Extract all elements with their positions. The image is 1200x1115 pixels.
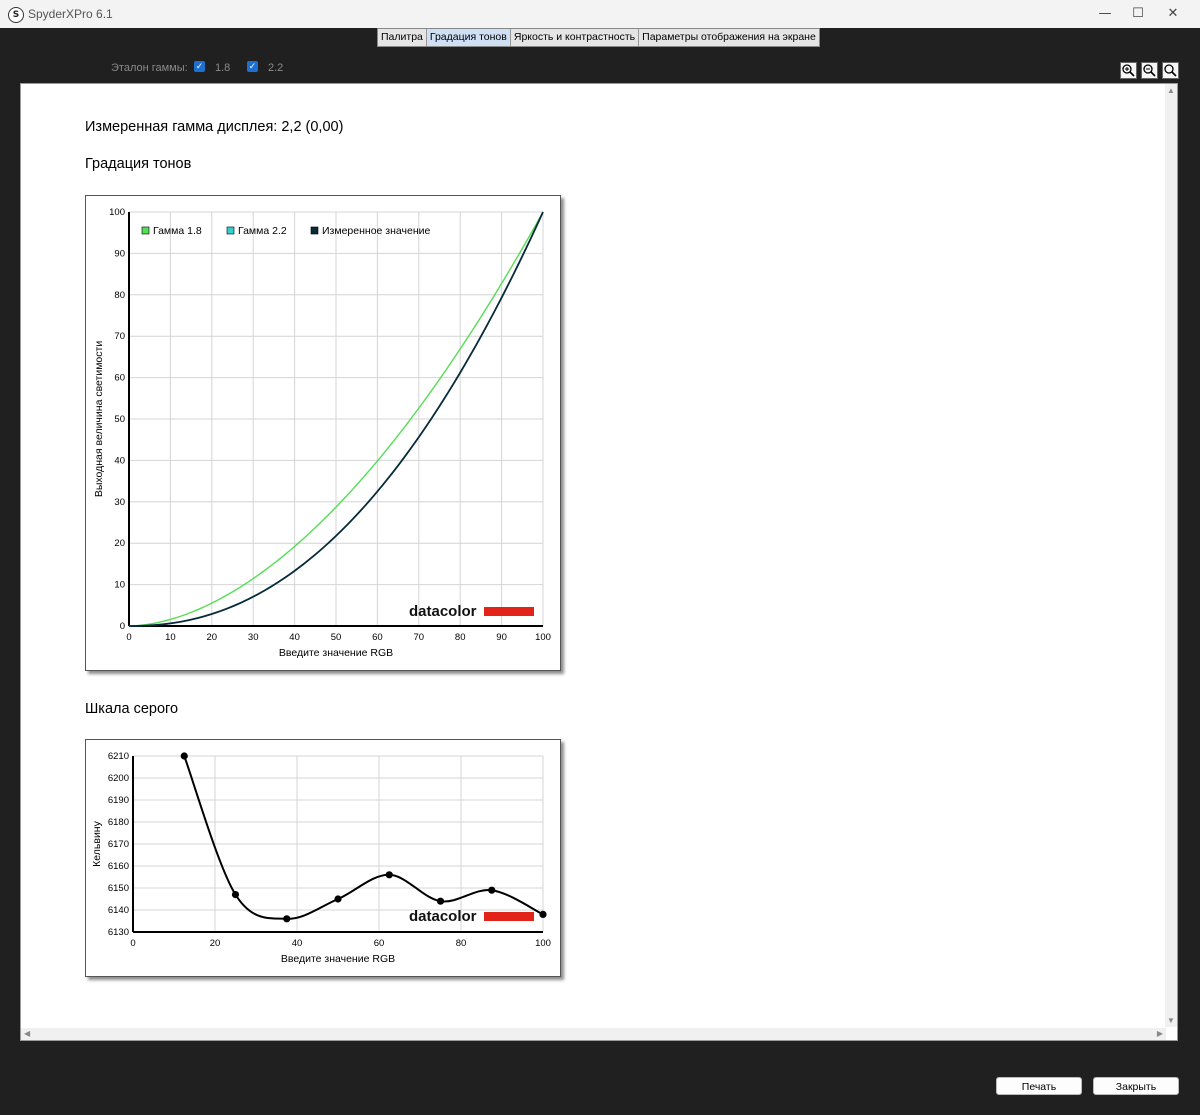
tab-palette[interactable]: Палитра (378, 29, 427, 46)
legend-swatch-1 (141, 226, 150, 235)
y-tick-label: 6200 (108, 773, 129, 784)
tone-chart-box: 0 10 20 30 40 50 60 70 80 90 100 0 10 20 30 40 50 60 70 80 9… (85, 195, 561, 671)
grayscale-chart: 0 20 40 60 80 100 6130 6140 6150 6160 6170 6180 6190… (91, 751, 551, 965)
grayscale-chart-box: 0 20 40 60 80 100 6130 6140 6150 6160 6170 6180 6190… (85, 739, 561, 977)
legend-label-3: Измеренное значение (322, 225, 430, 237)
gamma-2-2-label: 2.2 (268, 62, 284, 74)
x-tick-label: 50 (331, 632, 342, 643)
vertical-scrollbar[interactable]: ▲ ▼ (1165, 84, 1177, 1027)
gamma-1-8-label: 1.8 (215, 62, 231, 74)
datacolor-logo-text: datacolor (409, 603, 477, 620)
scroll-right-icon[interactable]: ▶ (1157, 1029, 1163, 1038)
x-tick-label: 100 (535, 938, 551, 949)
y-tick-label: 40 (114, 455, 125, 466)
y-tick-label: 100 (109, 207, 125, 218)
x-tick-label: 100 (535, 632, 551, 643)
data-point (283, 915, 291, 923)
x-tick-label: 10 (165, 632, 176, 643)
print-button[interactable]: Печать (996, 1077, 1082, 1095)
gamma-1-8-checkbox[interactable]: ✓ (194, 61, 205, 72)
y-tick-label: 6150 (108, 883, 129, 894)
tab-brightness-contrast[interactable]: Яркость и контрастность (511, 29, 640, 46)
window-title: SpyderXPro 6.1 (28, 7, 113, 21)
data-point (436, 897, 445, 905)
y-tick-label: 6180 (108, 817, 129, 828)
y-tick-label: 50 (114, 414, 125, 425)
y-tick-label: 60 (114, 373, 125, 384)
close-window-button[interactable]: ✕ (1150, 0, 1196, 28)
data-point (231, 891, 240, 899)
gamma-reference-label: Эталон гаммы: (111, 62, 188, 74)
title-bar: S SpyderXPro 6.1 — ☐ ✕ (0, 0, 1200, 28)
tab-tone-response[interactable]: Градация тонов (426, 29, 511, 46)
datacolor-logo-text: datacolor (409, 908, 477, 925)
x-tick-label: 60 (374, 938, 385, 949)
measured-gamma-text: Измеренная гамма дисплея: 2,2 (0,00) (85, 119, 344, 135)
tone-response-chart: 0 10 20 30 40 50 60 70 80 90 100 0 10 20 30 40 50 60 70 80 9… (93, 207, 551, 659)
x-tick-label: 20 (210, 938, 221, 949)
y-tick-label: 6170 (108, 839, 129, 850)
tab-display-settings[interactable]: Параметры отображения на экране (639, 29, 819, 46)
zoom-in-icon[interactable] (1120, 62, 1137, 79)
y-tick-label: 20 (114, 538, 125, 549)
legend-swatch-3 (310, 226, 319, 235)
legend-label-1: Гамма 1.8 (153, 225, 202, 237)
report-panel: Измеренная гамма дисплея: 2,2 (0,00) Гра… (20, 83, 1178, 1041)
data-point (334, 895, 342, 903)
x-tick-label: 30 (248, 632, 259, 643)
y-tick-label: 10 (114, 580, 125, 591)
datacolor-logo-bar (484, 912, 534, 921)
y-tick-label: 30 (114, 497, 125, 508)
x-tick-label: 90 (496, 632, 507, 643)
y-tick-label: 70 (114, 331, 125, 342)
gamma-2-2-checkbox[interactable]: ✓ (247, 61, 258, 72)
data-point (180, 752, 188, 760)
horizontal-scrollbar[interactable]: ◀ ▶ (21, 1028, 1166, 1040)
y-axis-label: Кельвину (91, 820, 103, 866)
y-tick-label: 80 (114, 290, 125, 301)
y-tick-label: 6140 (108, 905, 129, 916)
zoom-fit-icon[interactable] (1162, 62, 1179, 79)
x-tick-label: 70 (414, 632, 425, 643)
y-axis-label: Выходная величина светимости (93, 341, 105, 497)
y-tick-label: 6160 (108, 861, 129, 872)
x-tick-label: 40 (292, 938, 303, 949)
legend-swatch-2 (226, 226, 235, 235)
scroll-left-icon[interactable]: ◀ (24, 1029, 30, 1038)
x-tick-label: 80 (456, 938, 467, 949)
legend-label-2: Гамма 2.2 (238, 225, 287, 237)
data-point (539, 910, 547, 918)
app-logo-icon: S (8, 7, 24, 23)
scroll-up-icon[interactable]: ▲ (1167, 86, 1175, 95)
x-tick-label: 40 (289, 632, 300, 643)
zoom-out-icon[interactable] (1141, 62, 1158, 79)
x-tick-label: 80 (455, 632, 466, 643)
datacolor-logo-bar (484, 607, 534, 616)
x-tick-label: 20 (207, 632, 218, 643)
y-tick-label: 6210 (108, 751, 129, 762)
close-button[interactable]: Закрыть (1093, 1077, 1179, 1095)
tab-bar: Палитра Градация тонов Яркость и контрас… (377, 28, 820, 47)
grayscale-heading: Шкала серого (85, 701, 179, 717)
x-axis-label: Введите значение RGB (281, 953, 395, 965)
tone-response-heading: Градация тонов (85, 156, 192, 172)
data-point (385, 871, 393, 879)
x-tick-label: 60 (372, 632, 383, 643)
y-tick-label: 0 (120, 621, 125, 632)
x-tick-label: 0 (126, 632, 131, 643)
scroll-down-icon[interactable]: ▼ (1167, 1016, 1175, 1025)
y-tick-label: 6130 (108, 927, 129, 938)
y-tick-label: 90 (114, 248, 125, 259)
data-point (488, 886, 496, 894)
x-axis-label: Введите значение RGB (279, 647, 393, 659)
y-tick-label: 6190 (108, 795, 129, 806)
x-tick-label: 0 (130, 938, 135, 949)
